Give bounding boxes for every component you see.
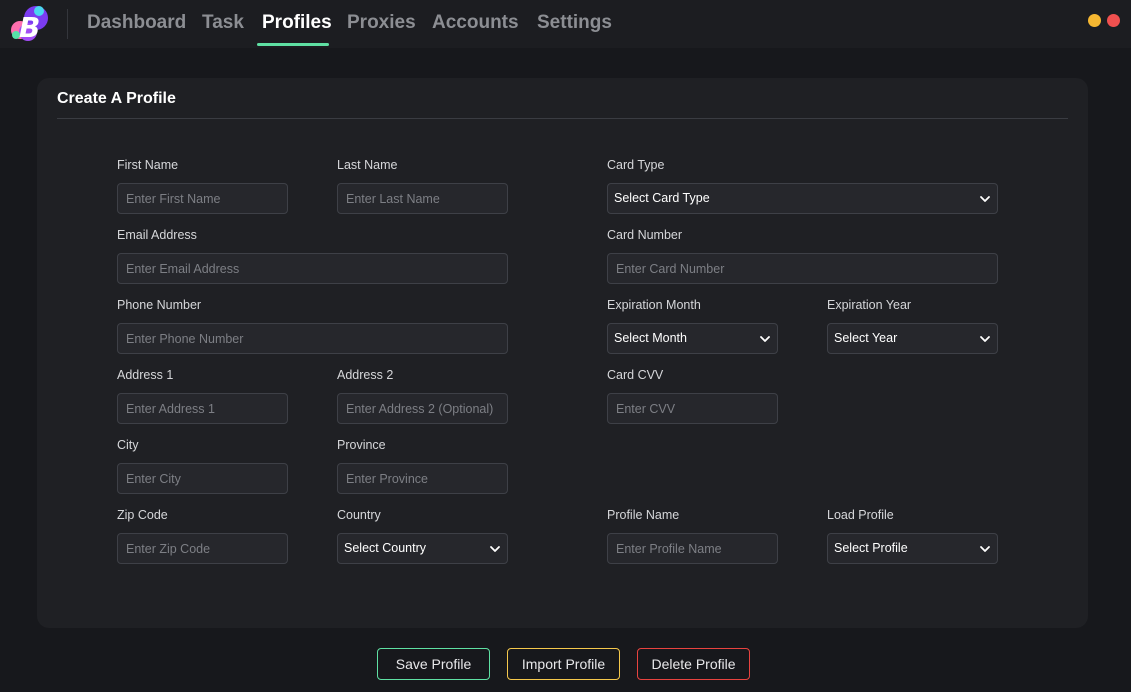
phone-label: Phone Number (117, 298, 202, 312)
profile-name-label: Profile Name (607, 508, 680, 522)
country-select-value: Select Country (344, 541, 426, 555)
exp-month-label: Expiration Month (607, 298, 701, 312)
nav-tab-task[interactable]: Task (202, 12, 244, 42)
active-tab-indicator (257, 43, 329, 46)
chevron-down-icon (760, 336, 770, 342)
first-name-input[interactable] (117, 183, 288, 214)
save-profile-button[interactable]: Save Profile (377, 648, 490, 680)
cvv-label: Card CVV (607, 368, 664, 382)
phone-input[interactable] (117, 323, 508, 354)
close-button[interactable] (1107, 14, 1120, 27)
country-label: Country (337, 508, 381, 522)
card-title: Create A Profile (57, 90, 176, 107)
city-label: City (117, 438, 139, 452)
nav-divider (67, 9, 68, 39)
zip-input[interactable] (117, 533, 288, 564)
province-input[interactable] (337, 463, 508, 494)
cvv-input[interactable] (607, 393, 778, 424)
load-profile-select-value: Select Profile (834, 541, 908, 555)
last-name-input[interactable] (337, 183, 508, 214)
email-input[interactable] (117, 253, 508, 284)
delete-profile-button[interactable]: Delete Profile (637, 648, 750, 680)
nav-tab-profiles[interactable]: Profiles (262, 12, 332, 42)
chevron-down-icon (980, 336, 990, 342)
minimize-button[interactable] (1088, 14, 1101, 27)
nav-tab-accounts[interactable]: Accounts (432, 12, 519, 42)
zip-label: Zip Code (117, 508, 168, 522)
card-number-input[interactable] (607, 253, 998, 284)
province-label: Province (337, 438, 386, 452)
card-type-select[interactable]: Select Card Type (607, 183, 998, 214)
exp-month-select-value: Select Month (614, 331, 687, 345)
load-profile-select[interactable]: Select Profile (827, 533, 998, 564)
import-profile-button[interactable]: Import Profile (507, 648, 620, 680)
country-select[interactable]: Select Country (337, 533, 508, 564)
card-divider (57, 118, 1068, 119)
chevron-down-icon (980, 196, 990, 202)
exp-year-label: Expiration Year (827, 298, 912, 312)
first-name-label: First Name (117, 158, 179, 172)
card-type-select-value: Select Card Type (614, 191, 710, 205)
load-profile-label: Load Profile (827, 508, 894, 522)
card-type-label: Card Type (607, 158, 665, 172)
nav-tab-settings[interactable]: Settings (537, 12, 612, 42)
last-name-label: Last Name (337, 158, 398, 172)
chevron-down-icon (980, 546, 990, 552)
exp-month-select[interactable]: Select Month (607, 323, 778, 354)
logo-letter: B (19, 11, 40, 44)
card-number-label: Card Number (607, 228, 683, 242)
city-input[interactable] (117, 463, 288, 494)
profile-name-input[interactable] (607, 533, 778, 564)
address1-label: Address 1 (117, 368, 174, 382)
nav-tab-dashboard[interactable]: Dashboard (87, 12, 186, 42)
app-logo: B (11, 6, 48, 44)
address2-label: Address 2 (337, 368, 394, 382)
exp-year-select-value: Select Year (834, 331, 898, 345)
nav-tab-proxies[interactable]: Proxies (347, 12, 416, 42)
top-nav-bar: B Dashboard Task Profiles Proxies Accoun… (0, 0, 1131, 48)
chevron-down-icon (490, 546, 500, 552)
exp-year-select[interactable]: Select Year (827, 323, 998, 354)
address1-input[interactable] (117, 393, 288, 424)
email-label: Email Address (117, 228, 197, 242)
address2-input[interactable] (337, 393, 508, 424)
